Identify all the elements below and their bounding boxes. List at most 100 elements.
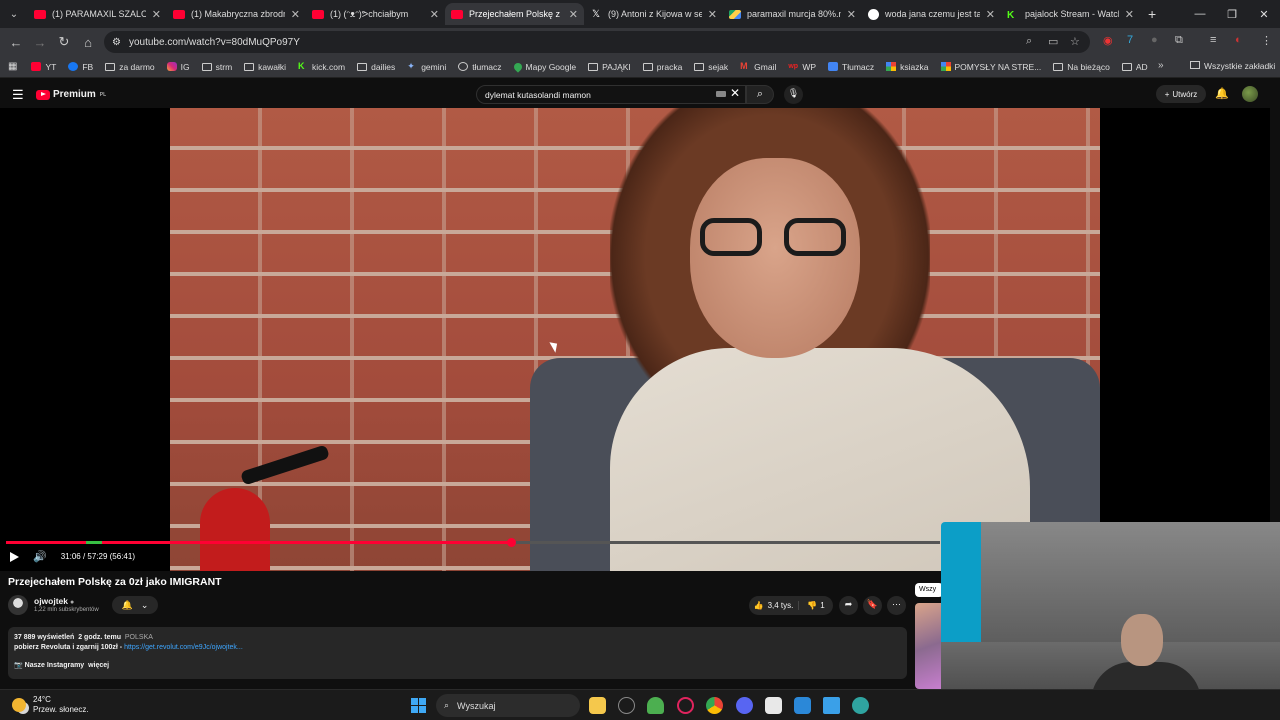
channel-name[interactable]: ojwojtek ●: [34, 596, 74, 606]
zoom-icon[interactable]: ⌕: [1026, 35, 1032, 48]
video-player[interactable]: 🔊 31:06 / 57:29 (56:41): [0, 108, 1270, 571]
new-tab-button[interactable]: +: [1148, 6, 1156, 22]
app-icon[interactable]: [765, 697, 782, 714]
apps-grid-icon[interactable]: ▦: [8, 61, 17, 72]
youtube-premium-logo[interactable]: Premium PL: [36, 89, 106, 100]
subscription-bell-button[interactable]: 🔔 ⌄: [112, 596, 158, 614]
bookmark[interactable]: wp WP: [788, 62, 816, 72]
profile-icon[interactable]: ◐: [1235, 34, 1242, 46]
bookmark[interactable]: IG: [166, 62, 190, 72]
photos-icon[interactable]: [794, 697, 811, 714]
back-icon[interactable]: ←: [4, 35, 28, 50]
address-bar[interactable]: ⚙ youtube.com/watch?v=80dMuQPo97Y ⌕ ▭ ☆: [104, 31, 1090, 53]
file-explorer-icon[interactable]: [589, 697, 606, 714]
filter-chip[interactable]: Wszy: [915, 583, 943, 597]
voice-search-button[interactable]: 🎙: [784, 85, 803, 104]
browser-tab[interactable]: 𝕏(9) Antoni z Kijowa w serw✕: [584, 3, 723, 25]
bookmark[interactable]: Mapy Google: [511, 60, 576, 73]
bookmark[interactable]: tłumacz: [458, 62, 502, 72]
volume-icon[interactable]: 🔊: [33, 550, 47, 563]
bookmark[interactable]: strm: [201, 62, 232, 72]
close-tab-icon[interactable]: ✕: [569, 8, 578, 21]
taskbar-search-input[interactable]: ⌕ Wyszukaj: [436, 694, 580, 717]
progress-bar[interactable]: [6, 538, 940, 547]
minimize-icon[interactable]: —: [1184, 8, 1216, 20]
cast-icon[interactable]: ▭: [1048, 35, 1058, 48]
close-tab-icon[interactable]: ✕: [847, 8, 856, 21]
show-more-link[interactable]: więcej: [88, 662, 109, 669]
play-icon[interactable]: [10, 551, 19, 562]
chrome-icon[interactable]: [706, 697, 723, 714]
browser-tab[interactable]: (1) (ᵔᴥᵔ)ᕗchciałbym ✕: [306, 3, 445, 25]
bookmark[interactable]: M Gmail: [740, 62, 776, 72]
close-tab-icon[interactable]: ✕: [986, 8, 995, 21]
description-box[interactable]: 37 889 wyświetleń 2 godz. temu POLSKA po…: [8, 627, 907, 679]
forward-icon[interactable]: →: [28, 35, 52, 50]
close-window-icon[interactable]: ✕: [1248, 8, 1280, 21]
bookmark[interactable]: pracka: [642, 62, 682, 72]
notepad-icon[interactable]: [823, 697, 840, 714]
bookmark[interactable]: POMYSŁY NA STRE...: [940, 62, 1041, 72]
notifications-bell-icon[interactable]: 🔔: [1215, 87, 1229, 100]
reload-icon[interactable]: ↻: [52, 34, 76, 50]
bookmark[interactable]: Kkick.com: [298, 62, 345, 72]
bookmark[interactable]: kawałki: [244, 62, 286, 72]
record-extension-icon[interactable]: ◉: [1103, 34, 1113, 47]
bookmark[interactable]: Na bieżąco: [1053, 62, 1110, 72]
search-button[interactable]: ⌕: [746, 85, 774, 104]
seven-tv-extension-icon[interactable]: 7: [1127, 34, 1133, 46]
account-avatar[interactable]: [1242, 86, 1258, 102]
bookmark[interactable]: za darmo: [105, 62, 155, 72]
tab-search-chevron-icon[interactable]: ⌄: [0, 9, 28, 20]
extensions-puzzle-icon[interactable]: ⧉: [1175, 34, 1183, 47]
hamburger-menu-icon[interactable]: ☰: [12, 87, 24, 103]
discord-icon[interactable]: [736, 697, 753, 714]
opera-icon[interactable]: [677, 697, 694, 714]
extension-icon[interactable]: ●: [1151, 34, 1158, 46]
close-tab-icon[interactable]: ✕: [430, 8, 439, 21]
browser-tab-active[interactable]: Przejechałem Polskę z ✕: [445, 3, 584, 25]
all-bookmarks-button[interactable]: Wszystkie zakładki: [1190, 61, 1275, 71]
browser-tab[interactable]: (1) PARAMAXIL SZALOM ✕: [28, 3, 167, 25]
bookmark[interactable]: YT: [31, 62, 56, 72]
weather-widget[interactable]: 24°C Przew. słonecz.: [12, 695, 89, 715]
browser-tab[interactable]: paramaxil murcja 80%.mp ✕: [723, 3, 862, 25]
bookmark[interactable]: FB: [68, 62, 93, 72]
home-icon[interactable]: ⌂: [76, 35, 100, 50]
shield-app-icon[interactable]: [647, 697, 664, 714]
dislike-button[interactable]: 👎 1: [799, 601, 833, 610]
browser-tab[interactable]: (1) Makabryczna zbrodnia ✕: [167, 3, 306, 25]
site-info-icon[interactable]: ⚙: [112, 37, 121, 48]
bookmark[interactable]: AD: [1121, 62, 1148, 72]
hashtag-link[interactable]: POLSKA: [125, 634, 153, 641]
bookmark[interactable]: Tłumacz: [828, 62, 874, 72]
close-tab-icon[interactable]: ✕: [1125, 8, 1134, 21]
close-tab-icon[interactable]: ✕: [291, 8, 300, 21]
channel-avatar[interactable]: [8, 595, 28, 615]
bookmark[interactable]: PAJĄKI: [588, 62, 631, 72]
bookmark[interactable]: sejak: [694, 62, 728, 72]
windows-start-icon[interactable]: [411, 698, 426, 713]
revolut-link[interactable]: https://get.revolut.com/e9Jc/ojwojtek...: [124, 644, 243, 651]
more-actions-button[interactable]: ⋯: [887, 596, 906, 615]
like-button[interactable]: 👍 3,4 tys.: [749, 601, 799, 610]
media-controls-icon[interactable]: ≡: [1210, 34, 1216, 46]
bookmark[interactable]: ksiazka: [886, 62, 929, 72]
keyboard-icon[interactable]: [716, 91, 726, 97]
browser-tab[interactable]: woda jana czemu jest tak ✕: [862, 3, 1001, 25]
browser-tab[interactable]: Kpajalock Stream - Watch ✕: [1001, 3, 1140, 25]
browser-menu-icon[interactable]: ⋮: [1261, 34, 1272, 47]
search-input[interactable]: dylemat kutasolandi mamon: [476, 85, 746, 104]
more-bookmarks-icon[interactable]: »: [1158, 60, 1164, 71]
clear-search-icon[interactable]: ✕: [730, 86, 740, 100]
globe-app-icon[interactable]: [852, 697, 869, 714]
obs-icon[interactable]: [618, 697, 635, 714]
create-button[interactable]: + Utwórz: [1156, 85, 1206, 103]
close-tab-icon[interactable]: ✕: [708, 8, 717, 21]
bookmark-star-icon[interactable]: ☆: [1070, 35, 1080, 48]
restore-icon[interactable]: ❐: [1216, 8, 1248, 21]
bookmark[interactable]: ✦ gemini: [407, 62, 446, 72]
share-button[interactable]: ➦: [839, 596, 858, 615]
close-tab-icon[interactable]: ✕: [152, 8, 161, 21]
bookmark[interactable]: dailies: [357, 62, 395, 72]
